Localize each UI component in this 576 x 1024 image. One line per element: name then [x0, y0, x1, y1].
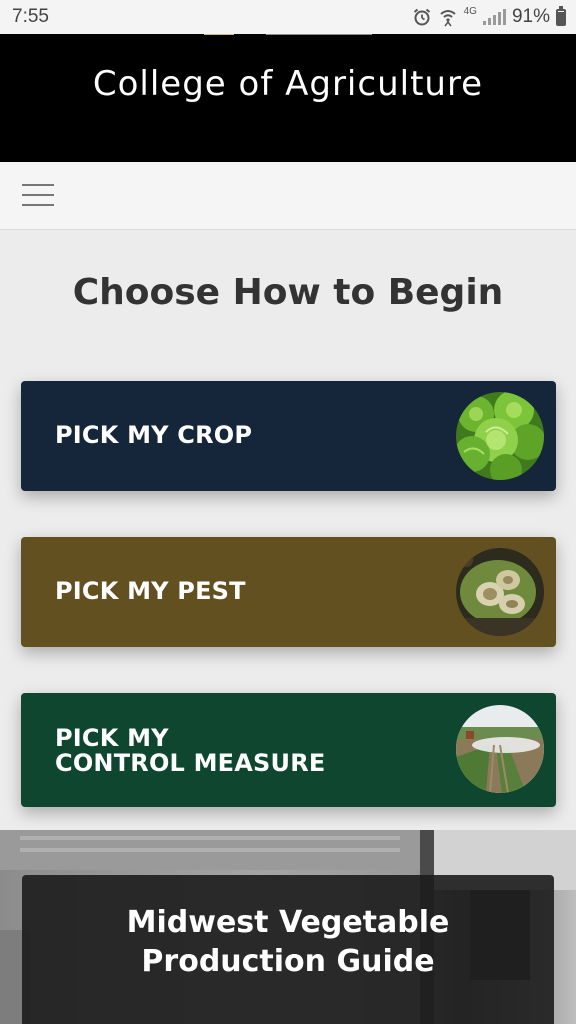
nav-bar — [0, 162, 576, 230]
guide-banner-title: Midwest Vegetable Production Guide — [22, 903, 554, 981]
site-header: College of Agriculture — [0, 34, 576, 162]
guide-banner-box: Midwest Vegetable Production Guide — [22, 875, 554, 1024]
status-time: 7:55 — [12, 6, 49, 27]
pick-crop-label: PICK MY CROP — [55, 423, 252, 448]
lettuce-image — [456, 392, 544, 480]
pick-control-measure-label: PICK MY CONTROL MEASURE — [55, 726, 326, 776]
status-bar: 7:55 4G 91% — [0, 0, 576, 34]
network-type-label: 4G — [463, 5, 477, 17]
pick-pest-button[interactable]: PICK MY PEST — [21, 537, 556, 647]
pick-control-measure-label-line2: CONTROL MEASURE — [55, 749, 326, 777]
pick-crop-button[interactable]: PICK MY CROP — [21, 381, 556, 491]
header-title: College of Agriculture — [92, 64, 484, 104]
guide-banner-title-line1: Midwest Vegetable — [126, 905, 450, 940]
signal-strength-icon — [482, 9, 506, 25]
battery-fill — [558, 11, 564, 24]
pick-control-measure-label-line1: PICK MY — [55, 724, 169, 752]
guide-banner[interactable]: Midwest Vegetable Production Guide — [0, 830, 576, 1024]
pick-crop-label-line1: PICK MY CROP — [55, 421, 253, 449]
alarm-icon — [412, 7, 432, 27]
status-icons: 4G 91% — [412, 5, 566, 29]
hamburger-menu-icon[interactable] — [22, 184, 54, 208]
battery-icon — [556, 5, 566, 26]
pick-control-measure-button[interactable]: PICK MY CONTROL MEASURE — [21, 693, 556, 807]
pest-leaf-image — [456, 548, 544, 636]
pick-pest-label: PICK MY PEST — [55, 579, 246, 604]
field-spraying-image — [456, 705, 544, 793]
pick-pest-label-line1: PICK MY PEST — [55, 577, 246, 605]
wifi-calling-icon — [438, 7, 458, 27]
page-title: Choose How to Begin — [72, 272, 504, 313]
university-logo — [204, 34, 372, 35]
guide-banner-title-line2: Production Guide — [141, 944, 435, 979]
battery-percentage: 91% — [511, 6, 550, 27]
